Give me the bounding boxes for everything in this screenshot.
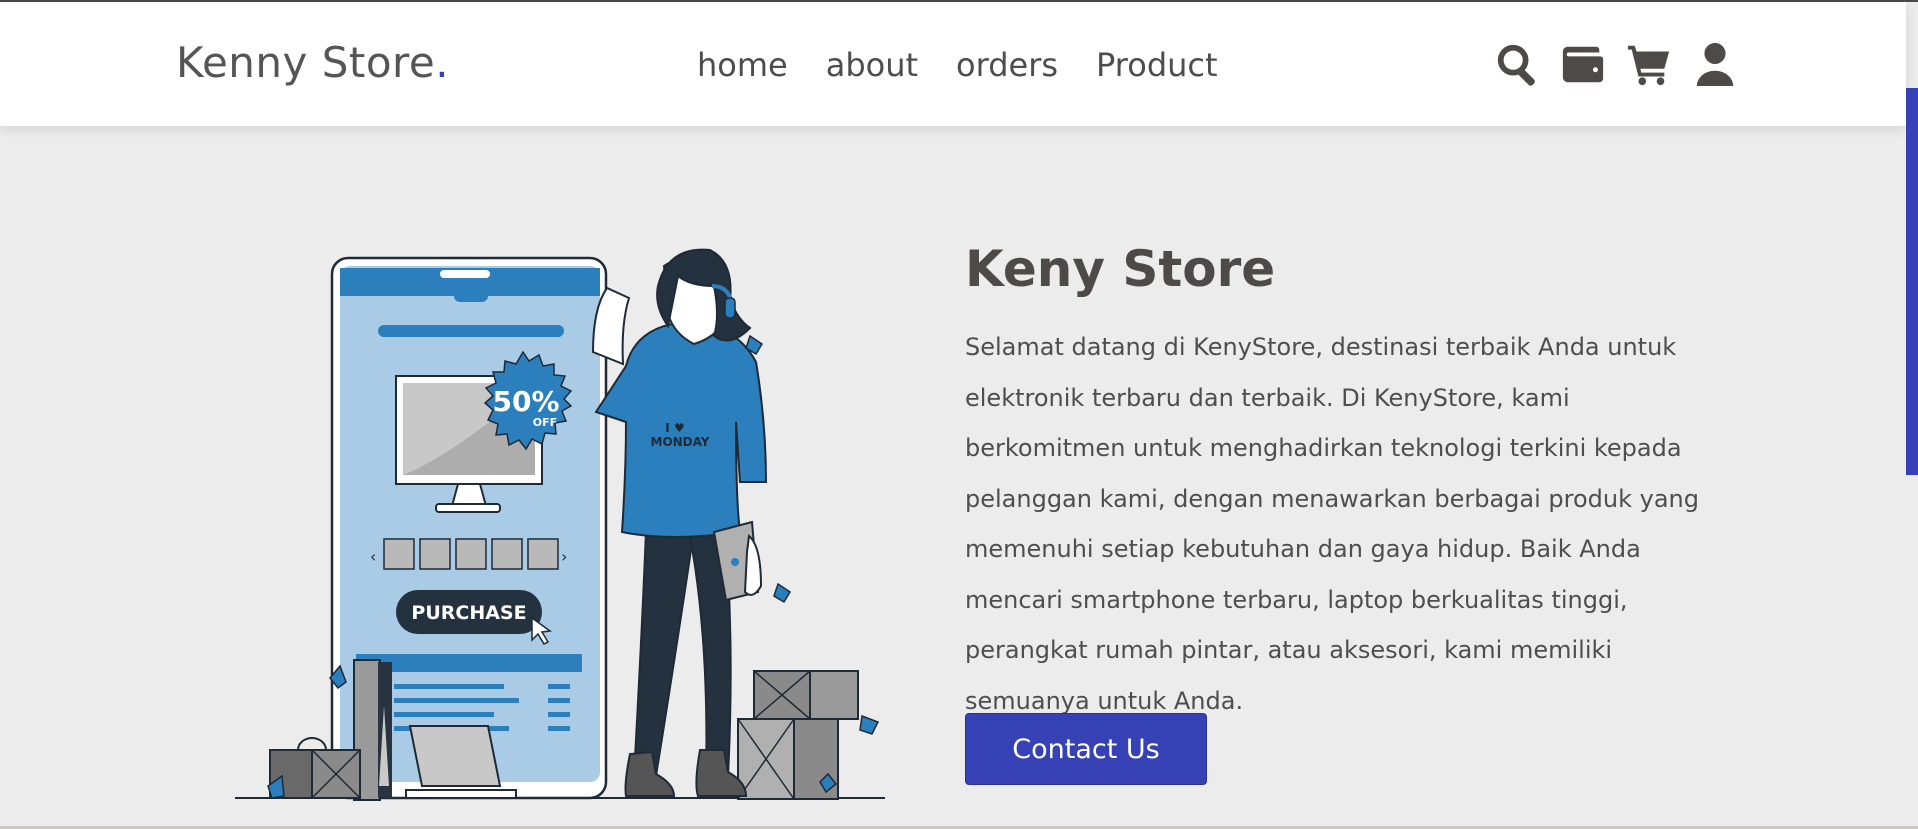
nav-links: home about orders Product	[697, 46, 1218, 84]
shirt-line2: MONDAY	[651, 435, 710, 449]
hero-title: Keny Store	[965, 240, 1276, 298]
badge-percent: 50%	[492, 385, 559, 418]
logo[interactable]: Kenny Store.	[176, 38, 449, 87]
svg-text:‹: ‹	[370, 547, 376, 566]
nav-link-about[interactable]: about	[826, 46, 918, 84]
badge-off: OFF	[533, 416, 557, 429]
logo-dot: .	[435, 38, 450, 87]
hero-illustration: 50% OFF ‹ › PURCHASE I ♥ MONDAY	[235, 248, 885, 801]
cart-icon[interactable]	[1625, 40, 1673, 88]
contact-us-button[interactable]: Contact Us	[965, 713, 1207, 785]
user-icon[interactable]	[1691, 40, 1739, 88]
hero-description: Selamat datang di KenyStore, destinasi t…	[965, 333, 1700, 715]
nav-link-product[interactable]: Product	[1096, 46, 1218, 84]
nav-icons	[1493, 40, 1739, 88]
navbar: Kenny Store. home about orders Product	[0, 2, 1906, 126]
nav-link-orders[interactable]: orders	[956, 46, 1058, 84]
hero-text: Keny Store Selamat datang di KenyStore, …	[965, 240, 1735, 726]
scrollbar-thumb[interactable]	[1906, 88, 1918, 475]
nav-link-home[interactable]: home	[697, 46, 788, 84]
search-icon[interactable]	[1493, 40, 1541, 88]
purchase-label: PURCHASE	[411, 602, 526, 624]
shirt-line1: I ♥	[665, 421, 684, 435]
wallet-icon[interactable]	[1559, 40, 1607, 88]
svg-text:›: ›	[561, 547, 567, 566]
logo-text: Kenny Store	[176, 38, 436, 87]
